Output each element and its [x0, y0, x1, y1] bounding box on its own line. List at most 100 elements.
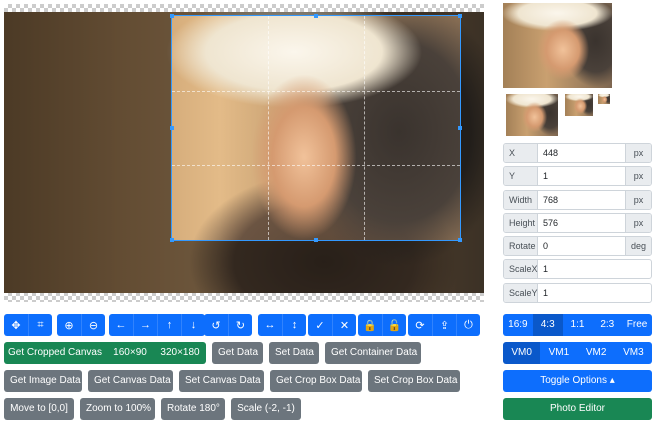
zoom-out-icon[interactable]: ⊖ — [81, 314, 105, 336]
crop-handle-sw[interactable] — [170, 238, 174, 242]
field-rotate: Rotate 0 deg — [503, 236, 652, 256]
field-y: Y 1 px — [503, 166, 652, 186]
preview-medium — [506, 94, 558, 136]
crop-handle-ne[interactable] — [458, 14, 462, 18]
rotate-right-icon[interactable]: ↻ — [228, 314, 252, 336]
crop-icon[interactable]: ⌗ — [28, 314, 52, 336]
zoom-in-icon[interactable]: ⊕ — [57, 314, 81, 336]
move-icon[interactable]: ✥ — [4, 314, 28, 336]
cropper-container[interactable] — [4, 4, 484, 302]
move-button-group: ← → ↑ ↓ — [109, 314, 205, 336]
set-canvas-data-button[interactable]: Set Canvas Data — [179, 370, 264, 392]
field-unit: px — [625, 191, 651, 209]
set-data-button[interactable]: Set Data — [269, 342, 319, 364]
field-label: Rotate — [504, 237, 538, 255]
arrow-down-icon[interactable]: ↓ — [181, 314, 205, 336]
view-mode-selector: VM0 VM1 VM2 VM3 — [503, 342, 652, 364]
field-unit: px — [625, 167, 651, 185]
field-unit: deg — [625, 237, 651, 255]
zoom-button-group: ⊕ ⊖ — [57, 314, 105, 336]
field-label: Y — [504, 167, 538, 185]
photo-editor-button[interactable]: Photo Editor — [503, 398, 652, 420]
aspect-ratio-option-4x3[interactable]: 4:3 — [532, 314, 563, 336]
preview-small — [565, 94, 593, 116]
field-label: Height — [504, 214, 538, 232]
toggle-options-button[interactable]: Toggle Options ▴ — [503, 370, 652, 392]
crop-guide-line — [364, 16, 365, 240]
check-icon[interactable]: ✓ — [308, 314, 332, 336]
flip-vertical-icon[interactable]: ↕ — [282, 314, 306, 336]
field-input[interactable]: 448 — [538, 144, 625, 162]
set-crop-box-data-button[interactable]: Set Crop Box Data — [368, 370, 460, 392]
get-cropped-canvas-button[interactable]: Get Cropped Canvas — [4, 342, 106, 364]
zoom-to-100-button[interactable]: Zoom to 100% — [80, 398, 155, 420]
get-container-data-button[interactable]: Get Container Data — [325, 342, 421, 364]
field-input[interactable]: 1 — [538, 260, 651, 278]
arrow-left-icon[interactable]: ← — [109, 314, 133, 336]
field-scalex: ScaleX 1 — [503, 259, 652, 279]
get-crop-box-data-button[interactable]: Get Crop Box Data — [270, 370, 362, 392]
field-width: Width 768 px — [503, 190, 652, 210]
flip-horizontal-icon[interactable]: ↔ — [258, 314, 282, 336]
unlock-icon[interactable]: 🔓 — [382, 314, 406, 336]
crop-view-image — [172, 16, 460, 240]
aspect-ratio-option-16x9[interactable]: 16:9 — [503, 314, 533, 336]
view-mode-option-vm3[interactable]: VM3 — [614, 342, 652, 364]
field-input[interactable]: 576 — [538, 214, 625, 232]
crop-box[interactable] — [171, 15, 461, 241]
cropped-canvas-320x180-button[interactable]: 320×180 — [154, 342, 206, 364]
crop-handle-se[interactable] — [458, 238, 462, 242]
aspect-ratio-option-free[interactable]: Free — [622, 314, 652, 336]
field-label: Width — [504, 191, 538, 209]
aspect-ratio-option-1x1[interactable]: 1:1 — [562, 314, 593, 336]
field-input[interactable]: 0 — [538, 237, 625, 255]
get-data-button[interactable]: Get Data — [212, 342, 263, 364]
field-unit: px — [625, 214, 651, 232]
rotate-button-group: ↺ ↻ — [204, 314, 252, 336]
field-x: X 448 px — [503, 143, 652, 163]
field-input[interactable]: 1 — [538, 284, 651, 302]
field-input[interactable]: 1 — [538, 167, 625, 185]
rotate-180-button[interactable]: Rotate 180° — [161, 398, 225, 420]
lock-button-group: 🔒 🔓 — [358, 314, 406, 336]
field-unit: px — [625, 144, 651, 162]
crop-handle-s[interactable] — [314, 238, 318, 242]
flip-button-group: ↔ ↕ — [258, 314, 306, 336]
crop-action-button-group: ✓ ✕ — [308, 314, 356, 336]
view-mode-option-vm2[interactable]: VM2 — [577, 342, 615, 364]
get-cropped-canvas-group: Get Cropped Canvas 160×90 320×180 — [4, 342, 206, 364]
reset-icon[interactable]: ⟳ — [408, 314, 432, 336]
arrow-right-icon[interactable]: → — [133, 314, 157, 336]
field-height: Height 576 px — [503, 213, 652, 233]
cropped-canvas-160x90-button[interactable]: 160×90 — [106, 342, 154, 364]
get-image-data-button[interactable]: Get Image Data — [4, 370, 82, 392]
crop-handle-w[interactable] — [170, 126, 174, 130]
field-label: X — [504, 144, 538, 162]
field-label: ScaleX — [504, 260, 538, 278]
field-label: ScaleY — [504, 284, 538, 302]
aspect-ratio-option-2x3[interactable]: 2:3 — [592, 314, 623, 336]
misc-button-group: ⟳ ⇪ ⏻ — [408, 314, 480, 336]
crop-handle-n[interactable] — [314, 14, 318, 18]
scale-button[interactable]: Scale (-2, -1) — [231, 398, 301, 420]
crop-handle-nw[interactable] — [170, 14, 174, 18]
aspect-ratio-selector: 16:9 4:3 1:1 2:3 Free — [503, 314, 652, 336]
crop-guide-line — [172, 91, 460, 92]
field-scaley: ScaleY 1 — [503, 283, 652, 303]
arrow-up-icon[interactable]: ↑ — [157, 314, 181, 336]
view-mode-option-vm1[interactable]: VM1 — [540, 342, 578, 364]
move-to-origin-button[interactable]: Move to [0,0] — [4, 398, 74, 420]
crop-handle-e[interactable] — [458, 126, 462, 130]
upload-icon[interactable]: ⇪ — [432, 314, 456, 336]
get-canvas-data-button[interactable]: Get Canvas Data — [88, 370, 173, 392]
power-icon[interactable]: ⏻ — [456, 314, 480, 336]
crop-guide-line — [268, 16, 269, 240]
crop-guide-line — [172, 165, 460, 166]
rotate-left-icon[interactable]: ↺ — [204, 314, 228, 336]
close-icon[interactable]: ✕ — [332, 314, 356, 336]
mode-button-group: ✥ ⌗ — [4, 314, 52, 336]
preview-large — [503, 3, 612, 88]
field-input[interactable]: 768 — [538, 191, 625, 209]
view-mode-option-vm0[interactable]: VM0 — [503, 342, 541, 364]
lock-icon[interactable]: 🔒 — [358, 314, 382, 336]
